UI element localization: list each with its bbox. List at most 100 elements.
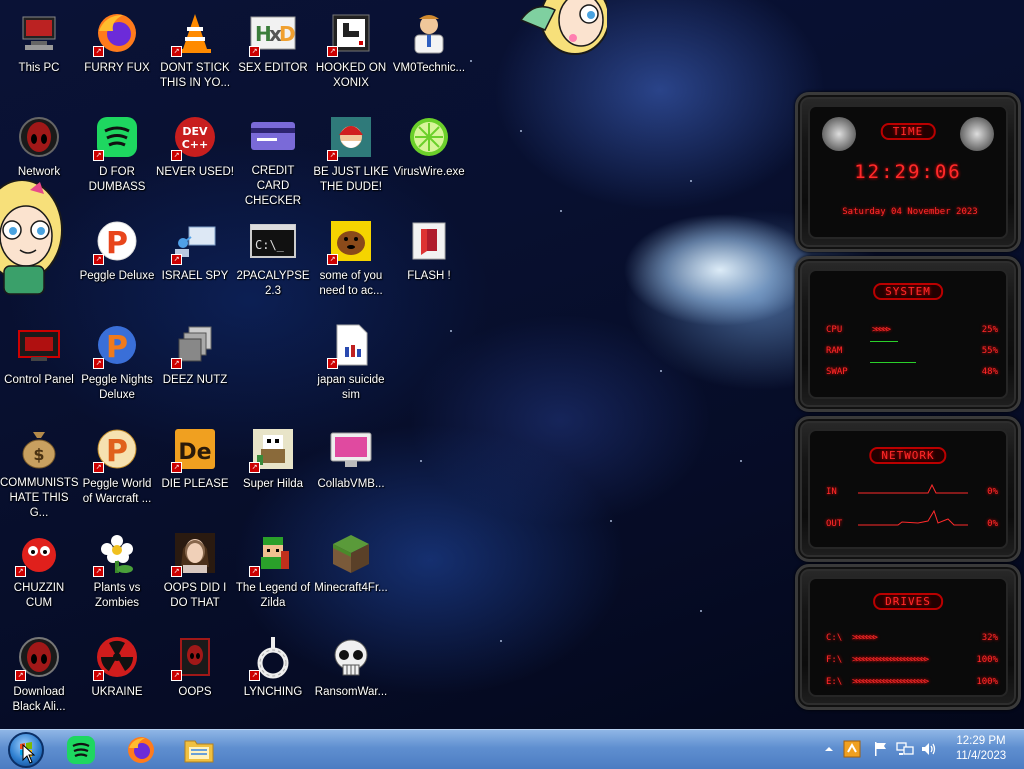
shortcut-arrow-icon: ↗ xyxy=(15,566,26,577)
desktop-icon-never-used[interactable]: DEV C++ ↗ NEVER USED! xyxy=(156,108,234,208)
peggle-icon: P ↗ xyxy=(93,217,141,265)
taskbar-spotify[interactable] xyxy=(64,733,98,767)
desktop-icon-network[interactable]: Network xyxy=(0,108,78,208)
mouse-cursor-icon xyxy=(22,744,36,764)
desktop-icon-flash[interactable]: FLASH ! xyxy=(390,212,468,312)
drive-e-label: E:\ xyxy=(826,677,843,687)
desktop-icon-furry-fux[interactable]: ↗ FURRY FUX xyxy=(78,4,156,104)
icon-label: FURRY FUX xyxy=(84,62,150,74)
icon-label: BE JUST LIKE THE DUDE! xyxy=(313,166,389,193)
shortcut-arrow-icon: ↗ xyxy=(249,670,260,681)
desktop-icon-ransomware[interactable]: RansomWar... xyxy=(312,628,390,728)
desktop-icon-legend-of-zilda[interactable]: ↗ The Legend of Zilda xyxy=(234,524,312,624)
chuzzle-icon: ↗ xyxy=(15,529,63,577)
desktop-icon-ukraine[interactable]: ↗ UKRAINE xyxy=(78,628,156,728)
firefox-icon xyxy=(128,737,154,763)
tray-app[interactable] xyxy=(843,740,861,758)
widget-network-panel[interactable]: NETWORK IN 0% OUT 0% xyxy=(795,416,1021,562)
desktop-icon-hooked-on-xonix[interactable]: ↗ HOOKED ON XONIX xyxy=(312,4,390,104)
credit-card-icon xyxy=(249,113,297,160)
desktop-icon-2pacalypse[interactable]: C:\_ 2PACALYPSE 2.3 xyxy=(234,212,312,312)
desktop-icon-chuzzin[interactable]: ↗ CHUZZIN CUM xyxy=(0,524,78,624)
icon-label: DIE PLEASE xyxy=(161,478,229,490)
widget-clock: 12:29:06 xyxy=(854,161,962,183)
shortcut-arrow-icon: ↗ xyxy=(93,462,104,473)
net-in-label: IN xyxy=(826,487,837,497)
icon-label: VirusWire.exe xyxy=(393,166,465,178)
taskbar-clock[interactable]: 12:29 PM 11/4/2023 xyxy=(948,734,1014,764)
icon-label: Super Hilda xyxy=(242,478,304,490)
devcpp-icon: DEV C++ ↗ xyxy=(171,113,219,161)
show-hidden-icons-button[interactable] xyxy=(820,740,838,758)
zilda-icon: ↗ xyxy=(249,529,297,577)
widget-system-panel[interactable]: SYSTEM CPU >>>>> 25% RAM 55% SWAP 48% xyxy=(795,256,1021,412)
desktop-icon-lynching[interactable]: ↗ LYNCHING xyxy=(234,628,312,728)
desktop-icon-download-black-alien[interactable]: ↗ Download Black Ali... xyxy=(0,628,78,728)
desktop-icon-control-panel[interactable]: Control Panel xyxy=(0,316,78,416)
icon-label: some of you need to ac... xyxy=(319,270,383,297)
desktop-icon-plants-vs-zombies[interactable]: ↗ Plants vs Zombies xyxy=(78,524,156,624)
desktop-icon-d-for-dumbass[interactable]: ↗ D FOR DUMBASS xyxy=(78,108,156,208)
desktop-icon-some-of-you[interactable]: ↗ some of you need to ac... xyxy=(312,212,390,312)
taskbar-file-explorer[interactable] xyxy=(182,733,216,767)
drive-f-value: 100% xyxy=(976,655,998,665)
desktop-icon-viruswire[interactable]: VirusWire.exe xyxy=(390,108,468,208)
desktop-icon-israel-spy[interactable]: ↗ ISRAEL SPY xyxy=(156,212,234,312)
desktop-icon-oops-did-i[interactable]: ↗ OOPS DID I DO THAT xyxy=(156,524,234,624)
radiation-icon: ↗ xyxy=(93,633,141,681)
chevron-up-icon xyxy=(825,747,833,751)
desktop-icon-minecraft[interactable]: Minecraft4Fr... xyxy=(312,524,390,624)
desktop-icon-japan-suicide-sim[interactable]: ↗ japan suicide sim xyxy=(312,316,390,416)
network-status[interactable] xyxy=(896,740,914,758)
desktop-icon-oops[interactable]: ↗ OOPS xyxy=(156,628,234,728)
drive-f-label: F:\ xyxy=(826,655,843,665)
shortcut-arrow-icon: ↗ xyxy=(93,46,104,57)
dog-icon: ↗ xyxy=(327,217,375,265)
action-center[interactable] xyxy=(872,740,890,758)
icon-label: Control Panel xyxy=(4,374,74,386)
desktop-icon-vm0technician[interactable]: VM0Technic... xyxy=(390,4,468,104)
desktop-icon-credit-card-checker[interactable]: CREDIT CARD CHECKER xyxy=(234,108,312,208)
volume-control[interactable] xyxy=(920,740,938,758)
desktop-icon-be-just-like-the-dude[interactable]: ↗ BE JUST LIKE THE DUDE! xyxy=(312,108,390,208)
star xyxy=(500,640,502,642)
net-out-graph xyxy=(858,509,968,526)
icon-label: LYNCHING xyxy=(243,686,303,698)
drives-title: DRIVES xyxy=(873,593,943,610)
icon-label: Peggle Deluxe xyxy=(79,270,155,282)
icon-label: VM0Technic... xyxy=(392,62,466,74)
icon-label: RansomWar... xyxy=(314,686,388,698)
desktop-icon-peggle-nights[interactable]: P ↗ Peggle Nights Deluxe xyxy=(78,316,156,416)
shortcut-arrow-icon: ↗ xyxy=(171,358,182,369)
icon-label: CHUZZIN CUM xyxy=(13,582,65,609)
desktop-icon-peggle-deluxe[interactable]: P ↗ Peggle Deluxe xyxy=(78,212,156,312)
widget-drives-panel[interactable]: DRIVES C:\ >>>>>>> 32% F:\ >>>>>>>>>>>>>… xyxy=(795,564,1021,710)
swap-label: SWAP xyxy=(826,367,848,377)
taskbar[interactable]: 12:29 PM 11/4/2023 xyxy=(0,729,1024,769)
desktop-icon-sex-editor[interactable]: HxD ↗ SEX EDITOR xyxy=(234,4,312,104)
svg-text:C:\_: C:\_ xyxy=(255,238,285,252)
taskbar-firefox[interactable] xyxy=(124,733,158,767)
desktop-icon-peggle-wow[interactable]: P ↗ Peggle World of Warcraft ... xyxy=(78,420,156,520)
santa-dude-icon: ↗ xyxy=(327,113,375,161)
desktop-icon-this-pc[interactable]: This PC xyxy=(0,4,78,104)
star xyxy=(740,460,742,462)
network-icon xyxy=(896,742,914,755)
desktop-icon-dont-stick[interactable]: ↗ DONT STICK THIS IN YO... xyxy=(156,4,234,104)
icon-label: OOPS xyxy=(178,686,212,698)
desktop-icon-die-please[interactable]: De ↗ DIE PLEASE xyxy=(156,420,234,520)
desktop[interactable]: This PC ↗ FURRY FUX ↗ DONT STICK THIS IN… xyxy=(0,0,1024,729)
rope-icon: ↗ xyxy=(249,633,297,681)
desktop-icon-communists[interactable]: $ COMMUNISTS HATE THIS G... xyxy=(0,420,78,520)
desktop-icon-super-hilda[interactable]: ↗ Super Hilda xyxy=(234,420,312,520)
desktop-icon-collabvm[interactable]: CollabVMB... xyxy=(312,420,390,520)
pvz-flower-icon: ↗ xyxy=(93,529,141,577)
drive-f-bar: >>>>>>>>>>>>>>>>>>>>>> xyxy=(852,655,929,665)
desktop-icon-deez-nutz[interactable]: ↗ DEEZ NUTZ xyxy=(156,316,234,416)
widget-time-panel[interactable]: TIME 12:29:06 Saturday 04 November 2023 xyxy=(795,92,1021,252)
swap-graph-line xyxy=(870,362,916,363)
alien-logo-icon xyxy=(960,117,994,151)
icon-label: Peggle Nights Deluxe xyxy=(81,374,153,401)
speaker-icon xyxy=(922,743,936,755)
cartoon-sticker-top[interactable] xyxy=(515,0,610,58)
